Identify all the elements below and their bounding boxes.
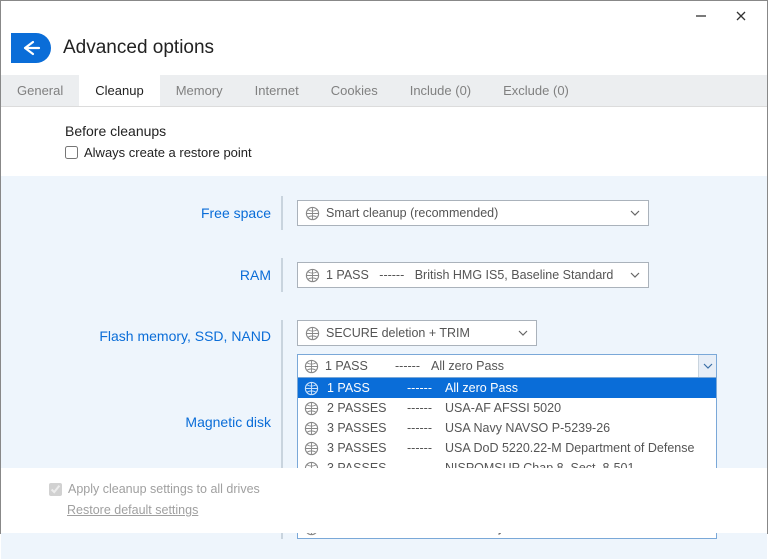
globe-icon xyxy=(304,401,319,416)
globe-icon xyxy=(304,325,320,341)
ram-combo[interactable]: 1 PASS ------ British HMG IS5, Baseline … xyxy=(297,262,649,288)
globe-icon xyxy=(304,441,319,456)
tab-bar: GeneralCleanupMemoryInternetCookiesInclu… xyxy=(1,75,767,107)
free-space-combo[interactable]: Smart cleanup (recommended) xyxy=(297,200,649,226)
magnetic-disk-trigger[interactable]: 1 PASS ------ All zero Pass xyxy=(297,354,717,378)
tab-general[interactable]: General xyxy=(1,75,79,106)
tab-cleanup[interactable]: Cleanup xyxy=(79,75,159,106)
page-title: Advanced options xyxy=(63,37,214,59)
restore-point-checkbox[interactable]: Always create a restore point xyxy=(65,145,767,160)
tab-exclude-0[interactable]: Exclude (0) xyxy=(487,75,585,106)
minimize-button[interactable] xyxy=(681,2,721,30)
magnetic-disk-option[interactable]: 3 PASSES------USA Navy NAVSO P-5239-26 xyxy=(298,418,716,438)
flash-combo[interactable]: SECURE deletion + TRIM xyxy=(297,320,537,346)
ram-row: RAM 1 PASS ------ British HMG IS5, Basel… xyxy=(31,258,737,292)
magnetic-disk-option[interactable]: 1 PASS------All zero Pass xyxy=(298,378,716,398)
tab-memory[interactable]: Memory xyxy=(160,75,239,106)
apply-all-drives-label: Apply cleanup settings to all drives xyxy=(68,482,260,496)
chevron-down-icon xyxy=(516,330,530,336)
ram-value: 1 PASS ------ British HMG IS5, Baseline … xyxy=(326,268,622,282)
divider xyxy=(281,258,283,292)
arrow-left-icon xyxy=(21,40,41,56)
globe-icon xyxy=(304,359,319,374)
flash-value: SECURE deletion + TRIM xyxy=(326,326,510,340)
back-button[interactable] xyxy=(11,33,51,63)
chevron-down-icon xyxy=(698,355,716,377)
magnetic-disk-option[interactable]: 2 PASSES------USA-AF AFSSI 5020 xyxy=(298,398,716,418)
tab-internet[interactable]: Internet xyxy=(239,75,315,106)
apply-all-drives-checkbox[interactable]: Apply cleanup settings to all drives xyxy=(49,482,767,496)
footer: Apply cleanup settings to all drives Res… xyxy=(1,468,767,533)
apply-all-drives-input[interactable] xyxy=(49,483,62,496)
before-cleanups-title: Before cleanups xyxy=(65,123,767,139)
restore-defaults-link[interactable]: Restore default settings xyxy=(67,503,198,517)
close-button[interactable] xyxy=(721,2,761,30)
globe-icon xyxy=(304,381,319,396)
globe-icon xyxy=(304,267,320,283)
divider xyxy=(281,196,283,230)
free-space-label: Free space xyxy=(31,205,281,221)
window-titlebar xyxy=(1,1,767,31)
chevron-down-icon xyxy=(628,272,642,278)
ram-label: RAM xyxy=(31,267,281,283)
free-space-row: Free space Smart cleanup (recommended) xyxy=(31,196,737,230)
restore-point-input[interactable] xyxy=(65,146,78,159)
free-space-value: Smart cleanup (recommended) xyxy=(326,206,622,220)
tab-cookies[interactable]: Cookies xyxy=(315,75,394,106)
magnetic-disk-option[interactable]: 3 PASSES------USA DoD 5220.22-M Departme… xyxy=(298,438,716,458)
before-cleanups-section: Before cleanups Always create a restore … xyxy=(1,107,767,176)
page-header: Advanced options xyxy=(1,31,767,75)
tab-include-0[interactable]: Include (0) xyxy=(394,75,487,106)
restore-point-label: Always create a restore point xyxy=(84,145,252,160)
globe-icon xyxy=(304,421,319,436)
globe-icon xyxy=(304,205,320,221)
chevron-down-icon xyxy=(628,210,642,216)
flash-label: Flash memory, SSD, NAND xyxy=(31,320,281,352)
